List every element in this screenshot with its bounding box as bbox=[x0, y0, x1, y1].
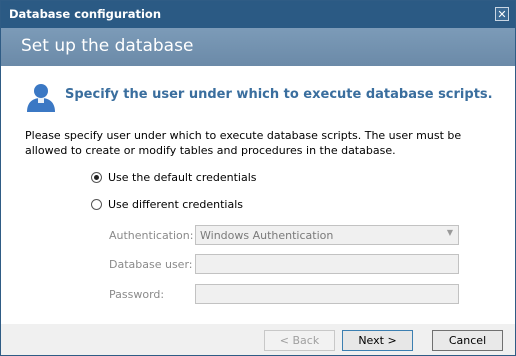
password-label: Password: bbox=[109, 288, 165, 301]
database-user-input[interactable] bbox=[195, 254, 459, 274]
authentication-value: Windows Authentication bbox=[200, 229, 334, 242]
window-title: Database configuration bbox=[9, 7, 162, 21]
database-user-label: Database user: bbox=[109, 258, 193, 271]
content-panel: Specify the user under which to execute … bbox=[1, 66, 515, 324]
radio-button[interactable] bbox=[91, 199, 102, 210]
radio-label: Use different credentials bbox=[108, 198, 243, 211]
radio-button-checked[interactable] bbox=[91, 172, 102, 183]
radio-label: Use the default credentials bbox=[108, 171, 257, 184]
dialog-window: Database configuration ✕ Set up the data… bbox=[0, 0, 516, 356]
section-title: Specify the user under which to execute … bbox=[65, 87, 493, 102]
radio-different-credentials[interactable]: Use different credentials bbox=[91, 198, 243, 211]
title-bar: Database configuration ✕ bbox=[1, 1, 515, 28]
close-icon: ✕ bbox=[497, 8, 507, 21]
password-input[interactable] bbox=[195, 284, 459, 304]
user-icon bbox=[27, 84, 55, 112]
back-button[interactable]: < Back bbox=[264, 330, 335, 351]
chevron-down-icon: ▼ bbox=[446, 228, 453, 237]
description-text: Please specify user under which to execu… bbox=[25, 129, 462, 157]
next-button[interactable]: Next > bbox=[342, 330, 413, 351]
radio-default-credentials[interactable]: Use the default credentials bbox=[91, 171, 257, 184]
cancel-button[interactable]: Cancel bbox=[432, 330, 503, 351]
authentication-label: Authentication: bbox=[109, 229, 194, 242]
header-band: Set up the database bbox=[1, 28, 515, 66]
authentication-select[interactable]: Windows Authentication ▼ bbox=[195, 225, 459, 245]
page-title: Set up the database bbox=[21, 36, 194, 56]
close-button[interactable]: ✕ bbox=[495, 7, 509, 21]
button-bar: < Back Next > Cancel bbox=[1, 324, 515, 355]
